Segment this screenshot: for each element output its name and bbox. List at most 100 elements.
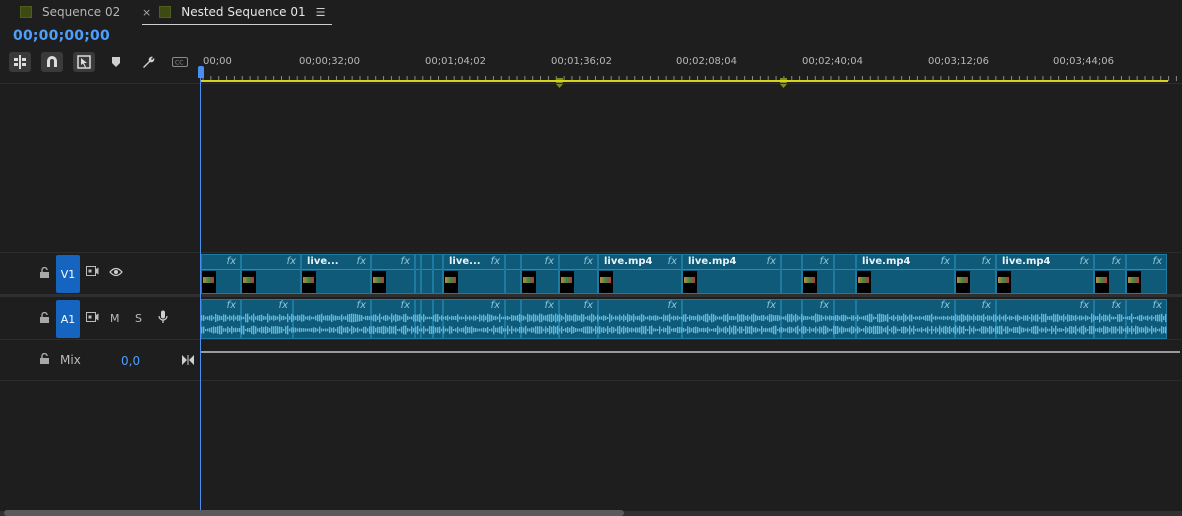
waveform-bar — [1027, 327, 1029, 333]
waveform-bar — [997, 326, 999, 334]
waveform-bar — [635, 316, 637, 320]
waveform-bar — [1103, 314, 1105, 322]
panel-menu-icon[interactable]: ☰ — [316, 6, 326, 19]
waveform-bar — [239, 315, 241, 321]
tab-nested-sequence-01[interactable]: × Nested Sequence 01 ☰ — [142, 0, 332, 25]
clip-name: live... — [449, 256, 481, 267]
mix-volume-value[interactable]: 0,0 — [121, 354, 140, 368]
waveform-bar — [537, 315, 539, 321]
snap-button[interactable] — [41, 52, 63, 72]
solo-track-button[interactable]: S — [135, 312, 142, 325]
video-clip[interactable]: fx — [802, 254, 834, 294]
clip-name: live.mp4 — [604, 256, 653, 267]
waveform-bar — [1109, 328, 1111, 332]
ruler-label: 00;00 — [203, 56, 232, 67]
waveform-bar — [871, 313, 873, 323]
waveform-bar — [709, 328, 711, 332]
waveform-bar — [947, 327, 949, 333]
video-clip[interactable]: live... fx — [443, 254, 505, 294]
video-clip[interactable] — [433, 254, 443, 294]
mix-volume-line[interactable] — [201, 351, 1180, 353]
waveform-bar — [1065, 316, 1067, 320]
waveform-bar — [601, 316, 603, 320]
video-clip[interactable] — [781, 254, 802, 294]
waveform-bar — [877, 314, 879, 322]
waveform-bar — [899, 315, 901, 321]
waveform-bar — [887, 313, 889, 323]
waveform-bar — [403, 325, 405, 335]
waveform-bar — [777, 328, 779, 332]
waveform-bar — [393, 315, 395, 321]
video-clip[interactable]: fx — [1126, 254, 1167, 294]
waveform-bar — [265, 326, 267, 334]
add-marker-button[interactable] — [109, 52, 123, 72]
sync-lock-icon[interactable] — [86, 312, 99, 326]
video-clip[interactable]: live.mp4 fx — [996, 254, 1094, 294]
eye-icon[interactable] — [109, 267, 123, 280]
fx-badge: fx — [286, 256, 296, 267]
tab-sequence-02[interactable]: Sequence 02 — [20, 0, 120, 24]
microphone-icon[interactable] — [158, 310, 168, 327]
waveform-bar — [923, 328, 925, 332]
waveform-bar — [881, 314, 883, 322]
time-ruler[interactable]: 00;00 00;00;32;00 00;01;04;02 00;01;36;0… — [200, 38, 1182, 88]
video-clip[interactable]: fx — [521, 254, 559, 294]
linked-selection-button[interactable] — [73, 52, 95, 72]
video-clip[interactable]: live.mp4 fx — [682, 254, 781, 294]
waveform-bar — [839, 316, 841, 320]
track-target-v1[interactable]: V1 — [56, 255, 80, 293]
waveform-bar — [979, 315, 981, 321]
waveform-bar — [405, 325, 407, 335]
waveform-bar — [1001, 316, 1003, 320]
waveform-bar — [481, 328, 483, 332]
waveform-bar — [411, 316, 413, 320]
video-clip[interactable] — [834, 254, 856, 294]
playhead-timecode[interactable]: 00;00;00;00 — [13, 28, 110, 44]
waveform-bar — [363, 316, 365, 320]
horizontal-scrollbar-thumb[interactable] — [4, 510, 624, 516]
waveform-bar — [325, 315, 327, 321]
waveform-bar — [391, 326, 393, 334]
waveform-bar — [661, 328, 663, 332]
playhead-handle[interactable] — [198, 66, 204, 78]
video-clip[interactable]: fx — [241, 254, 301, 294]
waveform-bar — [589, 326, 591, 334]
video-clip[interactable]: fx — [1094, 254, 1126, 294]
video-audio-divider[interactable] — [0, 294, 1182, 297]
waveform-bar — [293, 327, 295, 333]
video-clip[interactable]: live.mp4 fx — [598, 254, 682, 294]
video-clip[interactable] — [421, 254, 433, 294]
video-clip[interactable]: fx — [955, 254, 996, 294]
collapse-icon[interactable] — [182, 355, 194, 368]
timeline-settings-button[interactable] — [139, 52, 157, 72]
video-clip[interactable]: live... fx — [301, 254, 371, 294]
fx-badge: fx — [1152, 300, 1162, 311]
waveform-bar — [437, 314, 439, 322]
waveform-bar — [515, 315, 517, 321]
waveform-bar — [553, 315, 555, 321]
captions-button[interactable]: CC — [170, 52, 190, 72]
work-area-bar[interactable] — [201, 80, 1168, 82]
playhead-line[interactable] — [200, 66, 201, 516]
lock-icon[interactable] — [39, 352, 49, 364]
lock-icon[interactable] — [39, 311, 49, 323]
video-clip[interactable]: fx — [201, 254, 241, 294]
insert-overwrite-sequences-button[interactable] — [9, 52, 31, 72]
video-clip[interactable]: fx — [559, 254, 598, 294]
waveform-bar — [483, 314, 485, 322]
fx-badge: fx — [583, 256, 593, 267]
waveform-bar — [1017, 327, 1019, 333]
waveform-bar — [523, 327, 525, 333]
waveform-bar — [587, 315, 589, 321]
mute-track-button[interactable]: M — [110, 312, 120, 325]
waveform-bar — [409, 328, 411, 332]
video-clip[interactable]: fx — [371, 254, 415, 294]
track-target-a1[interactable]: A1 — [56, 300, 80, 338]
sync-lock-icon[interactable] — [86, 266, 99, 280]
waveform-bar — [609, 327, 611, 333]
video-clip[interactable] — [505, 254, 521, 294]
waveform-bar — [267, 327, 269, 333]
lock-icon[interactable] — [39, 266, 49, 278]
video-clip[interactable]: live.mp4 fx — [856, 254, 955, 294]
close-icon[interactable]: × — [142, 6, 151, 19]
